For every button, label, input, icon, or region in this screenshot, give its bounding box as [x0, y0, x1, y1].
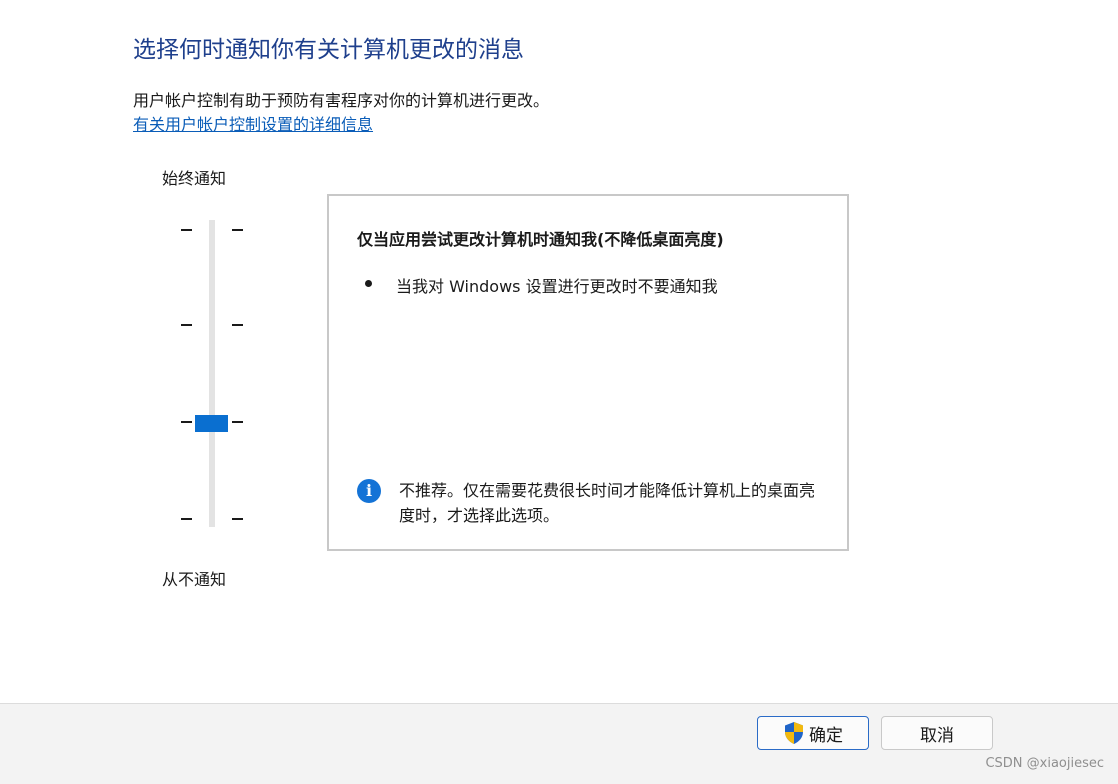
cancel-button-label: 取消: [920, 725, 954, 746]
slider-tick: [232, 518, 243, 520]
slider-thumb[interactable]: [195, 414, 228, 432]
level-heading: 仅当应用尝试更改计算机时通知我(不降低桌面亮度): [357, 230, 724, 249]
info-icon: i: [357, 479, 381, 503]
uac-settings-dialog: 选择何时通知你有关计算机更改的消息 用户帐户控制有助于预防有害程序对你的计算机进…: [0, 0, 1118, 784]
slider-tick: [232, 421, 243, 423]
uac-shield-icon: [785, 722, 803, 744]
level-bullet-text: 当我对 Windows 设置进行更改时不要通知我: [396, 277, 718, 296]
more-info-link[interactable]: 有关用户帐户控制设置的详细信息: [133, 111, 373, 135]
slider-tick: [181, 324, 192, 326]
page-title: 选择何时通知你有关计算机更改的消息: [133, 37, 524, 63]
slider-tick: [181, 421, 192, 423]
notification-level-slider[interactable]: [209, 220, 215, 527]
level-description-panel: 仅当应用尝试更改计算机时通知我(不降低桌面亮度) 当我对 Windows 设置进…: [327, 194, 849, 551]
recommendation-note: 不推荐。仅在需要花费很长时间才能降低计算机上的桌面亮度时，才选择此选项。: [399, 481, 816, 525]
slider-tick: [232, 324, 243, 326]
slider-bottom-label: 从不通知: [162, 570, 227, 589]
slider-top-label: 始终通知: [162, 169, 227, 188]
ok-button[interactable]: 确定: [757, 716, 869, 750]
slider-tick: [181, 229, 192, 231]
slider-tick: [232, 229, 243, 231]
ok-button-label: 确定: [809, 725, 843, 746]
cancel-button[interactable]: 取消: [881, 716, 993, 750]
watermark: CSDN @xiaojiesec: [985, 756, 1104, 771]
slider-tick: [181, 518, 192, 520]
bullet-dot: [365, 280, 372, 287]
page-description: 用户帐户控制有助于预防有害程序对你的计算机进行更改。: [133, 91, 550, 110]
